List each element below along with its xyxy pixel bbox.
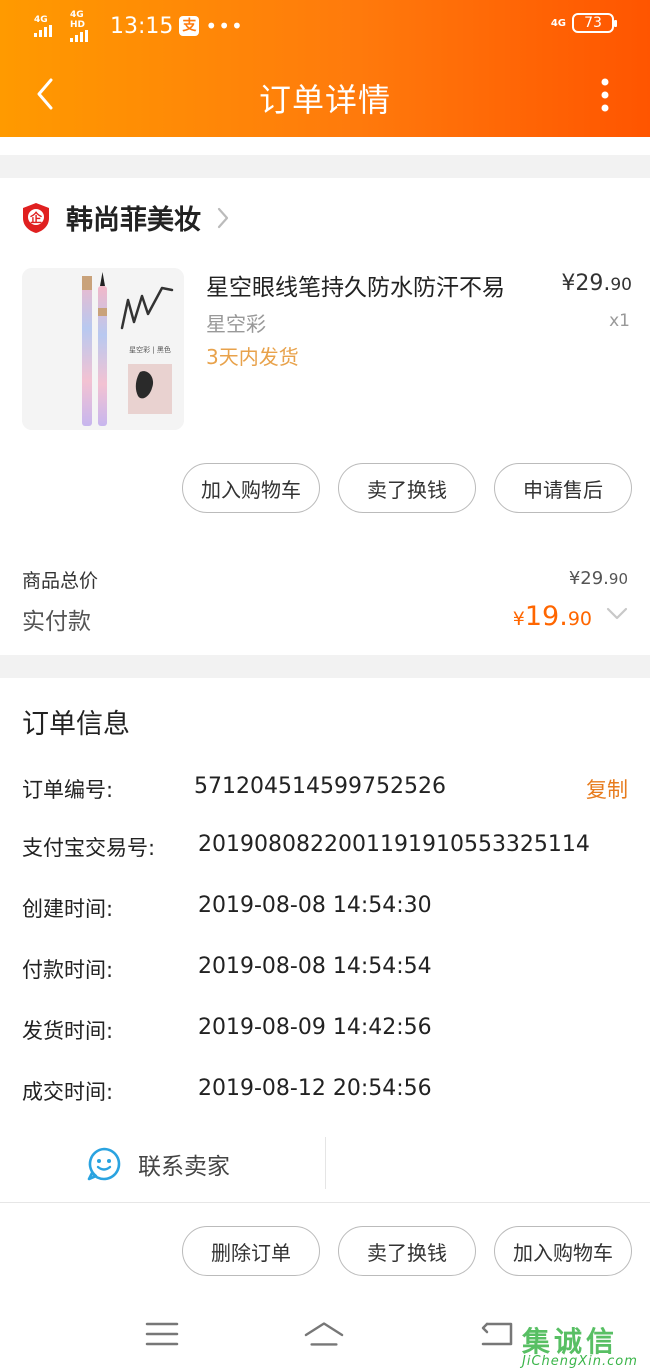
total-price-value: ¥29.90 xyxy=(569,568,628,589)
completed-time-value: 2019-08-12 20:54:56 xyxy=(198,1076,432,1101)
chevron-right-icon xyxy=(217,207,229,228)
order-info-card xyxy=(0,678,650,1296)
completed-time-label: 成交时间: xyxy=(22,1080,114,1104)
svg-text:企: 企 xyxy=(29,210,43,225)
after-sale-button[interactable]: 申请售后 xyxy=(494,463,632,513)
shipped-time-label: 发货时间: xyxy=(22,1019,114,1043)
signal-icon: 4G xyxy=(34,15,64,37)
resell-button[interactable]: 卖了换钱 xyxy=(338,463,476,513)
paid-cents: 90 xyxy=(567,608,592,630)
shipped-time-value: 2019-08-09 14:42:56 xyxy=(198,1015,432,1040)
alipay-trade-value: 2019080822001191910553325114 xyxy=(198,832,590,857)
vertical-dots-icon xyxy=(601,78,609,112)
page-title: 订单详情 xyxy=(258,81,391,119)
price-main: ¥29. xyxy=(561,271,611,296)
product-spec: 星空彩 xyxy=(206,312,266,336)
status-right: 4G 73 xyxy=(550,13,617,33)
more-notifications-icon: ••• xyxy=(205,14,244,38)
return-icon xyxy=(481,1322,513,1346)
watermark-url: JiChengXin.com xyxy=(522,1354,638,1369)
signal-icon: 4G HD xyxy=(70,10,100,42)
battery-icon: 73 xyxy=(572,13,617,33)
paid-amount-label: 实付款 xyxy=(22,609,91,635)
expand-payment-button[interactable] xyxy=(606,606,628,625)
home-icon xyxy=(304,1322,344,1346)
svg-text:星空彩 | 黑色: 星空彩 | 黑色 xyxy=(129,345,171,354)
order-number-value: 571204514599752526 xyxy=(194,774,446,799)
order-info-title: 订单信息 xyxy=(22,709,130,740)
alipay-trade-label: 支付宝交易号: xyxy=(22,836,156,860)
paid-time-label: 付款时间: xyxy=(22,958,114,982)
sim2-label: 4G HD xyxy=(70,10,86,30)
shop-name: 韩尚菲美妆 xyxy=(66,205,201,236)
enterprise-badge-icon: 企 xyxy=(23,202,49,233)
watermark-logo: 集诚信 JiChengXin.com xyxy=(522,1320,642,1372)
product-title[interactable]: 星空眼线笔持久防水防汗不易 xyxy=(206,268,505,302)
back-system-button[interactable] xyxy=(476,1314,516,1354)
chevron-down-icon xyxy=(606,607,628,620)
copy-order-number-button[interactable]: 复制 xyxy=(586,774,628,804)
alipay-icon: 支 xyxy=(179,16,200,36)
status-left: 4G 4G HD 13:15 支 ••• xyxy=(34,10,244,42)
divider xyxy=(0,1202,650,1203)
order-number-label: 订单编号: xyxy=(22,778,114,802)
menu-icon xyxy=(145,1322,179,1346)
total-cents: 90 xyxy=(608,570,628,588)
created-time-label: 创建时间: xyxy=(22,897,114,921)
divider xyxy=(325,1137,326,1189)
total-main: ¥29. xyxy=(568,568,609,589)
contact-seller-button[interactable]: 联系卖家 xyxy=(86,1146,230,1182)
paid-currency: ¥ xyxy=(512,608,525,630)
add-to-cart-button[interactable]: 加入购物车 xyxy=(182,463,320,513)
price-cents: 90 xyxy=(610,275,632,295)
status-bar: 4G 4G HD 13:15 支 ••• 4G 73 xyxy=(0,0,650,52)
menu-button[interactable] xyxy=(142,1314,182,1354)
network-type: 4G xyxy=(550,17,566,29)
eyeliner-product-picture: 星空彩 | 黑色 xyxy=(22,268,184,430)
resell-button-bottom[interactable]: 卖了换钱 xyxy=(338,1226,476,1276)
sim1-label: 4G xyxy=(34,15,48,25)
shipping-note: 3天内发货 xyxy=(206,345,299,369)
paid-main: 19. xyxy=(524,601,568,632)
product-quantity: x1 xyxy=(609,311,630,331)
more-menu-button[interactable] xyxy=(590,76,620,114)
product-image[interactable]: 星空彩 | 黑色 xyxy=(22,268,184,430)
paid-amount-value: ¥19.90 xyxy=(513,601,592,632)
header-strip xyxy=(0,137,650,155)
add-to-cart-button-bottom[interactable]: 加入购物车 xyxy=(494,1226,632,1276)
app-header: 4G 4G HD 13:15 支 ••• 4G 73 订单详情 xyxy=(0,0,650,137)
total-price-label: 商品总价 xyxy=(22,570,99,592)
paid-time-value: 2019-08-08 14:54:54 xyxy=(198,954,432,979)
product-price: ¥29.90 xyxy=(561,271,632,296)
status-time: 13:15 xyxy=(110,13,174,39)
created-time-value: 2019-08-08 14:54:30 xyxy=(198,893,432,918)
contact-seller-label: 联系卖家 xyxy=(138,1154,230,1180)
home-button[interactable] xyxy=(304,1314,344,1354)
chat-bubble-icon xyxy=(87,1147,121,1181)
shop-link[interactable]: 企 韩尚菲美妆 xyxy=(22,198,229,237)
delete-order-button[interactable]: 删除订单 xyxy=(182,1226,320,1276)
